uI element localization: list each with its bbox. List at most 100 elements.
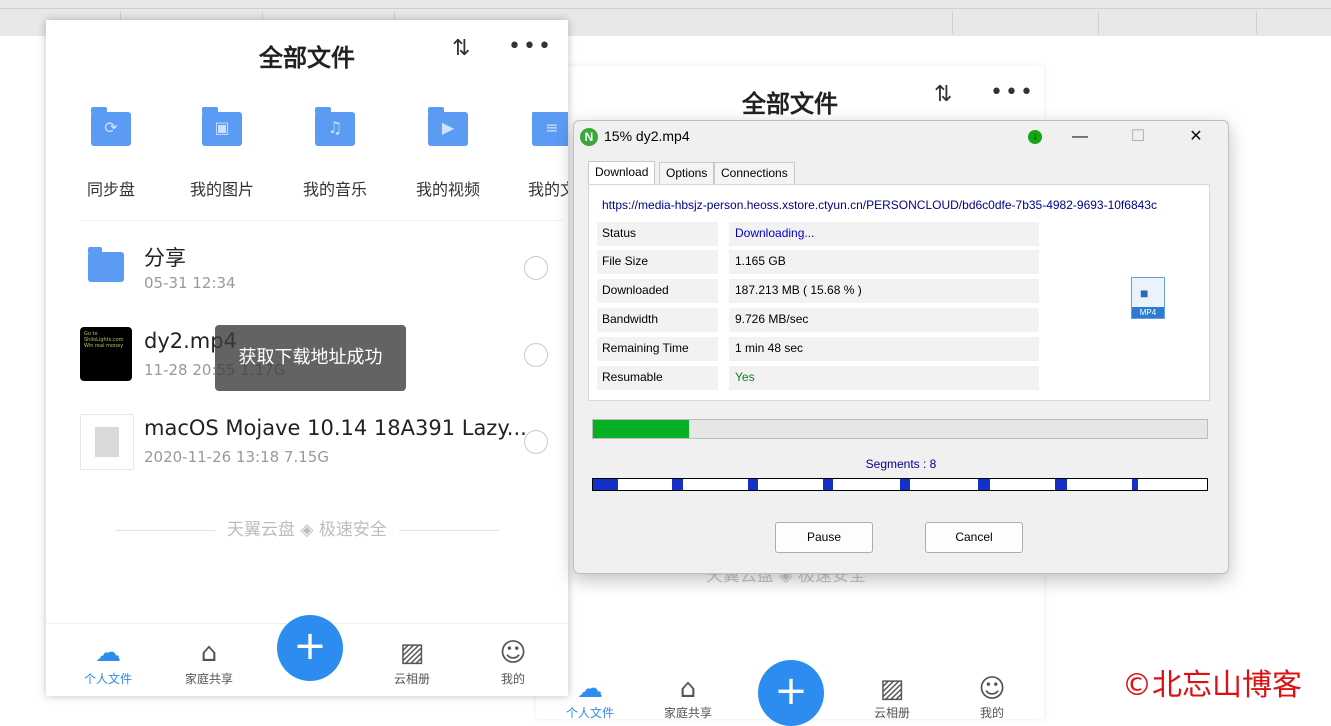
info-key: Downloaded bbox=[597, 279, 718, 303]
sort-icon[interactable]: ⇅ bbox=[934, 82, 952, 107]
strip-tick bbox=[1256, 12, 1257, 34]
add-button[interactable]: + bbox=[758, 660, 824, 726]
more-icon[interactable]: ••• bbox=[990, 80, 1035, 105]
add-button[interactable]: + bbox=[277, 615, 343, 681]
segment-block bbox=[823, 479, 834, 490]
user-icon: ☺ bbox=[499, 638, 527, 668]
minimize-button[interactable]: — bbox=[1060, 125, 1100, 149]
info-key: Status bbox=[597, 222, 718, 246]
sync-icon: ⟳ bbox=[104, 118, 118, 137]
footer-line bbox=[115, 529, 216, 531]
file-meta: 2020-11-26 13:18 7.15G bbox=[144, 448, 329, 466]
folder-label: 同步盘 bbox=[86, 180, 135, 199]
segments-label: Segments : 8 bbox=[865, 457, 937, 471]
tab-label: 我的 bbox=[979, 706, 1004, 720]
footer: 天翼云盘 ◈ 极速安全 bbox=[46, 515, 568, 540]
video-icon: ▶ bbox=[441, 118, 455, 137]
video-thumbnail: Go to ShiloLights.com Win real money bbox=[80, 327, 132, 381]
list-item[interactable]: macOS Mojave 10.14 18A391 Lazy... 2020-1… bbox=[80, 414, 550, 484]
tab-label: 云相册 bbox=[393, 672, 430, 686]
page-title: 全部文件 bbox=[259, 44, 355, 72]
segment-block bbox=[671, 479, 683, 490]
footer-text: 天翼云盘 ◈ 极速安全 bbox=[227, 520, 387, 540]
tab-family-share[interactable]: ⌂ 家庭共享 bbox=[169, 636, 249, 687]
tab-label: 我的 bbox=[500, 672, 525, 686]
info-key: File Size bbox=[597, 250, 718, 274]
tab-options[interactable]: Options bbox=[659, 162, 715, 185]
home-icon: ⌂ bbox=[200, 638, 218, 668]
info-value: 9.726 MB/sec bbox=[729, 308, 1039, 332]
info-key: Resumable bbox=[597, 366, 718, 390]
music-icon: ♫ bbox=[327, 118, 343, 137]
select-radio[interactable] bbox=[524, 430, 548, 454]
close-button[interactable]: ✕ bbox=[1176, 125, 1216, 149]
user-icon: ☺ bbox=[978, 674, 1006, 704]
download-url: https://media-hbsjz-person.heoss.xstore.… bbox=[602, 198, 1157, 212]
more-icon[interactable]: ••• bbox=[508, 34, 553, 59]
document-icon: ≡ bbox=[545, 118, 559, 137]
folder-sync[interactable]: ⟳ 同步盘 bbox=[66, 107, 156, 200]
footer-line bbox=[398, 529, 499, 531]
tab-cloud-album[interactable]: ▨ 云相册 bbox=[852, 674, 932, 721]
download-progress-bar bbox=[592, 419, 1208, 439]
folder-icon bbox=[88, 247, 124, 282]
tab-cloud-album[interactable]: ▨ 云相册 bbox=[372, 636, 452, 687]
folder-music[interactable]: ♫ 我的音乐 bbox=[290, 107, 380, 200]
segment-block bbox=[747, 479, 758, 490]
sort-icon[interactable]: ⇅ bbox=[452, 36, 470, 61]
image-icon: ▣ bbox=[214, 118, 230, 137]
file-meta: 05-31 12:34 bbox=[144, 274, 236, 292]
tab-download[interactable]: Download bbox=[588, 161, 656, 185]
download-arrow-icon: ↓ bbox=[1028, 130, 1042, 144]
file-name: 分享 bbox=[144, 246, 186, 270]
tab-personal-files[interactable]: ☁ 个人文件 bbox=[68, 636, 148, 687]
folder-videos[interactable]: ▶ 我的视频 bbox=[403, 107, 493, 200]
folder-icon: ♫ bbox=[315, 107, 355, 146]
segment-block bbox=[977, 479, 991, 490]
folder-icon: ≡ bbox=[532, 112, 568, 146]
segment-block bbox=[593, 479, 618, 490]
pause-button[interactable]: Pause bbox=[775, 522, 873, 553]
folder-label: 我的文 bbox=[528, 180, 568, 199]
file-icon bbox=[80, 414, 134, 470]
list-item[interactable]: 分享 05-31 12:34 bbox=[80, 240, 550, 310]
info-key: Remaining Time bbox=[597, 337, 718, 361]
select-radio[interactable] bbox=[524, 343, 548, 367]
tab-connections[interactable]: Connections bbox=[714, 162, 795, 185]
picture-icon: ▨ bbox=[399, 638, 425, 668]
folder-label: 我的图片 bbox=[189, 180, 254, 199]
thumbnail-text: Go to ShiloLights.com Win real money bbox=[84, 331, 124, 349]
file-extension: MP4 bbox=[1132, 307, 1164, 318]
watermark: ©北忘山博客 bbox=[1122, 668, 1302, 703]
folder-icon: ▣ bbox=[202, 107, 242, 146]
tab-mine[interactable]: ☺ 我的 bbox=[952, 674, 1032, 721]
file-name: macOS Mojave 10.14 18A391 Lazy... bbox=[144, 416, 527, 440]
tab-label: 个人文件 bbox=[83, 672, 132, 686]
info-value: 187.213 MB ( 15.68 % ) bbox=[729, 279, 1039, 303]
cancel-button[interactable]: Cancel bbox=[925, 522, 1023, 553]
toast-message: 获取下载地址成功 bbox=[215, 325, 406, 391]
segments-bar bbox=[592, 478, 1208, 491]
home-icon: ⌂ bbox=[679, 674, 697, 704]
folder-documents[interactable]: ≡ 我的文 bbox=[516, 112, 568, 200]
folder-icon: ▶ bbox=[428, 107, 468, 146]
dialog-titlebar: N 15% dy2.mp4 ↓ — ☐ ✕ bbox=[574, 121, 1228, 153]
mp4-file-icon: ■ MP4 bbox=[1131, 277, 1165, 319]
tab-label: 个人文件 bbox=[565, 706, 614, 720]
folder-pictures[interactable]: ▣ 我的图片 bbox=[177, 107, 267, 200]
window-title: 15% dy2.mp4 bbox=[604, 128, 690, 144]
camera-icon: ■ bbox=[1140, 285, 1149, 301]
strip-line bbox=[0, 8, 1331, 9]
progress-fill bbox=[593, 420, 690, 438]
tab-family-share[interactable]: ⌂ 家庭共享 bbox=[648, 674, 728, 721]
folder-icon: ⟳ bbox=[91, 107, 131, 146]
picture-icon: ▨ bbox=[879, 674, 905, 704]
download-info-panel: https://media-hbsjz-person.heoss.xstore.… bbox=[588, 184, 1210, 401]
info-value: Yes bbox=[729, 366, 1039, 390]
info-value: Downloading... bbox=[729, 222, 1039, 246]
tab-mine[interactable]: ☺ 我的 bbox=[473, 636, 553, 687]
divider bbox=[80, 220, 564, 221]
select-radio[interactable] bbox=[524, 256, 548, 280]
maximize-button[interactable]: ☐ bbox=[1118, 125, 1158, 149]
strip-tick bbox=[1098, 12, 1099, 34]
